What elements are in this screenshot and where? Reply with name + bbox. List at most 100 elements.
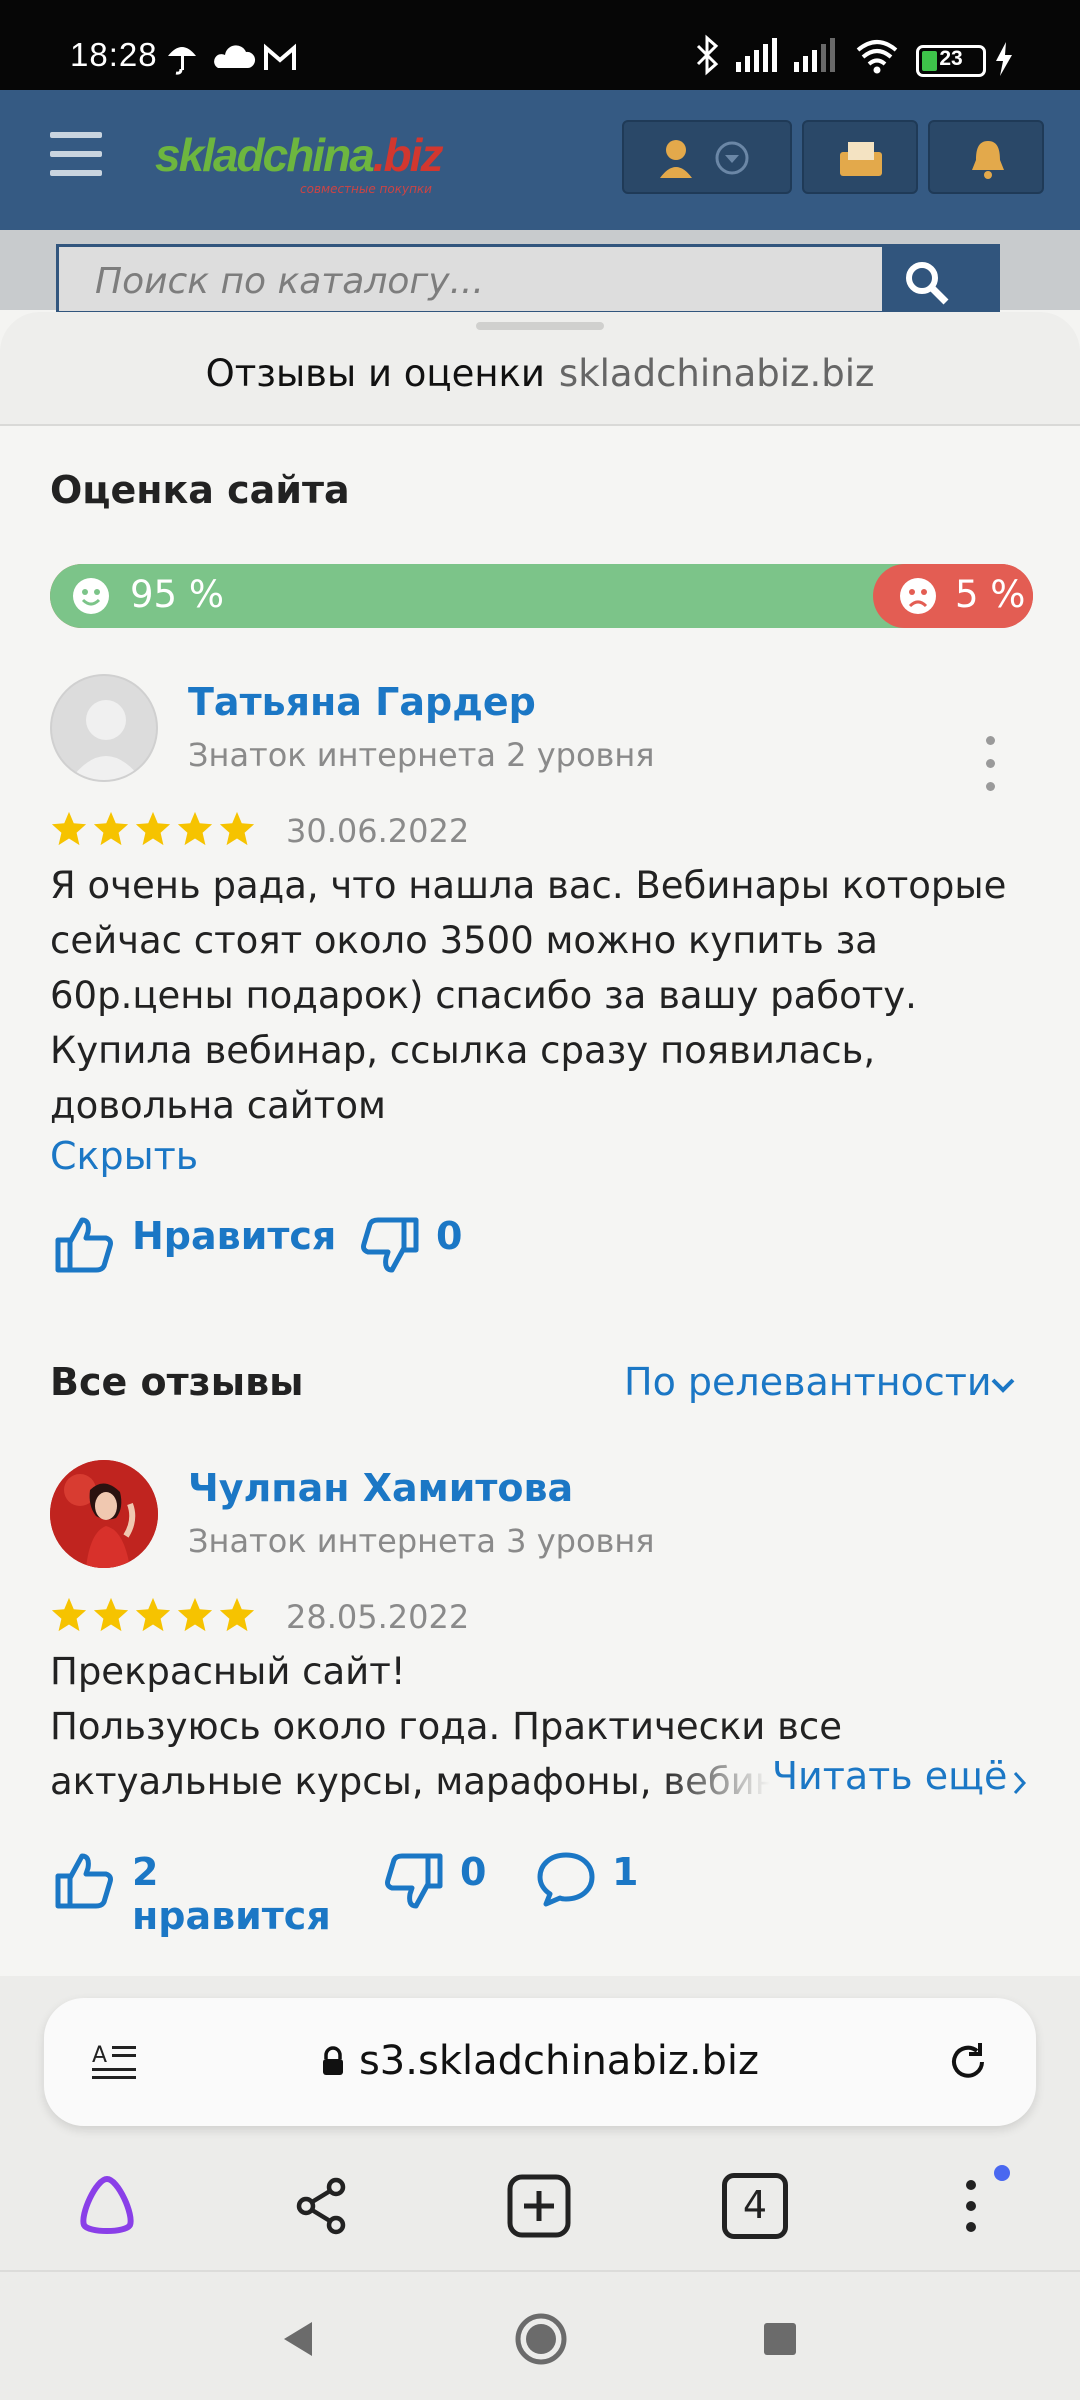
messages-button[interactable] [802,120,918,194]
umbrella-icon [168,47,196,75]
review-date: 28.05.2022 [286,1598,470,1636]
new-tab-icon[interactable] [506,2173,572,2239]
tabs-button[interactable]: 4 [722,2173,788,2239]
star-icon [177,1597,213,1632]
tabs-count: 4 [742,2183,768,2227]
star-icon [51,1597,87,1632]
comment-count: 1 [612,1850,639,1894]
avatar[interactable] [50,674,158,782]
reload-icon[interactable] [944,2038,992,2086]
user-icon [660,140,749,178]
rating-negative-label: 5 % [955,573,1026,616]
browser-menu-icon[interactable] [954,2165,1014,2245]
review-author[interactable]: Чулпан Хамитова [188,1466,573,1510]
inbox-icon [840,142,882,176]
account-button[interactable] [622,120,792,194]
review-date: 30.06.2022 [286,812,470,850]
thumbs-up-icon [55,1853,113,1909]
site-search-row: Поиск по каталогу... [0,230,1080,314]
site-logo-tagline: совместные покупки [300,182,432,196]
wifi-icon [856,40,898,66]
status-notification-icons [168,43,296,75]
site-logo[interactable]: skladchina.biz [155,128,443,182]
url-display: s3.skladchinabiz.biz [44,2038,1036,2084]
sort-label: По релевантности [624,1360,992,1404]
chevron-right-icon [1013,1771,1027,1795]
signal-1-icon [736,38,777,72]
thumbs-down-icon [361,1217,419,1273]
all-reviews-heading: Все отзывы [50,1360,304,1404]
lock-icon [322,2046,343,2075]
home-icon[interactable] [514,2312,568,2366]
status-connectivity-icons [696,34,898,76]
url-text: s3.skladchinabiz.biz [358,2038,760,2084]
rating-positive-label: 95 % [130,573,224,616]
star-icon [135,811,171,846]
comments-button[interactable]: 1 [536,1848,656,1908]
catalog-search-button[interactable] [882,244,1000,314]
text-fade [660,1756,770,1816]
system-nav-bar [0,2270,1080,2400]
cloud-icon [214,45,256,68]
avatar[interactable] [50,1460,158,1568]
menu-icon[interactable] [50,132,102,176]
sheet-title: Отзывы и оценки skladchinabiz.biz [0,352,1080,395]
user-photo [50,1460,158,1568]
dislike-button[interactable]: 0 [358,1212,468,1273]
dislike-button[interactable]: 0 [382,1848,492,1909]
sheet-header: Отзывы и оценки skladchinabiz.biz [0,312,1080,426]
charging-icon [996,42,1012,76]
sad-face-icon [900,578,936,614]
like-button[interactable]: 2 нравится [54,1848,354,1938]
like-label: 2 нравится [132,1850,331,1938]
review-author-level: Знаток интернета 3 уровня [188,1522,655,1560]
read-more-label: Читать ещё [772,1754,1008,1798]
review-stars [50,1596,256,1634]
star-icon [93,811,129,846]
site-header: skladchina.biz совместные покупки [0,90,1080,230]
star-icon [93,1597,129,1632]
catalog-search-placeholder: Поиск по каталогу... [95,261,484,302]
sort-dropdown[interactable]: По релевантности [624,1360,1024,1412]
gmail-icon [264,43,296,70]
default-avatar-icon [70,700,142,780]
chevron-down-icon [991,1378,1015,1393]
browser-toolbar: 4 [0,2155,1080,2255]
sheet-title-text: Отзывы и оценки [205,352,545,395]
star-icon [135,1597,171,1632]
dislike-count: 0 [460,1850,487,1894]
bell-icon [972,141,1004,179]
review-text: Я очень рада, что нашла вас. Вебинары ко… [50,864,1007,1127]
site-rating-heading: Оценка сайта [50,468,350,512]
rating-negative-segment: 5 % [873,564,1033,628]
like-button[interactable]: Нравится [54,1212,336,1273]
back-icon[interactable] [278,2318,318,2360]
catalog-search-input[interactable]: Поиск по каталогу... [56,244,886,314]
battery-level: 23 [939,47,963,70]
search-icon [906,262,949,305]
read-more-link[interactable]: Читать ещё [772,1754,1032,1810]
notifications-button[interactable] [928,120,1044,194]
thumbs-down-icon [385,1853,443,1909]
review-text-line: Пользуюсь около года. Практически все [50,1705,843,1748]
rating-positive-segment: 95 % [50,564,913,628]
star-icon [51,811,87,846]
site-logo-name: skladchina [155,129,375,181]
like-label: Нравится [132,1214,337,1258]
dislike-count: 0 [436,1214,463,1258]
signal-2-icon [794,38,835,72]
status-time: 18:28 [70,36,158,73]
collapse-link[interactable]: Скрыть [50,1134,198,1178]
smile-face-icon [73,578,109,614]
star-icon [219,811,255,846]
battery-indicator: 23 [916,45,986,77]
review-text-line: Прекрасный сайт! [50,1650,406,1693]
share-icon[interactable] [292,2175,354,2237]
recents-icon[interactable] [762,2321,798,2357]
sheet-drag-handle[interactable] [476,322,604,330]
more-options-icon[interactable] [984,736,998,792]
bluetooth-icon [696,34,719,76]
address-bar[interactable]: A s3.skladchinabiz.biz [44,1998,1036,2126]
review-author[interactable]: Татьяна Гардер [188,680,536,724]
alice-assistant-icon[interactable] [74,2173,140,2235]
